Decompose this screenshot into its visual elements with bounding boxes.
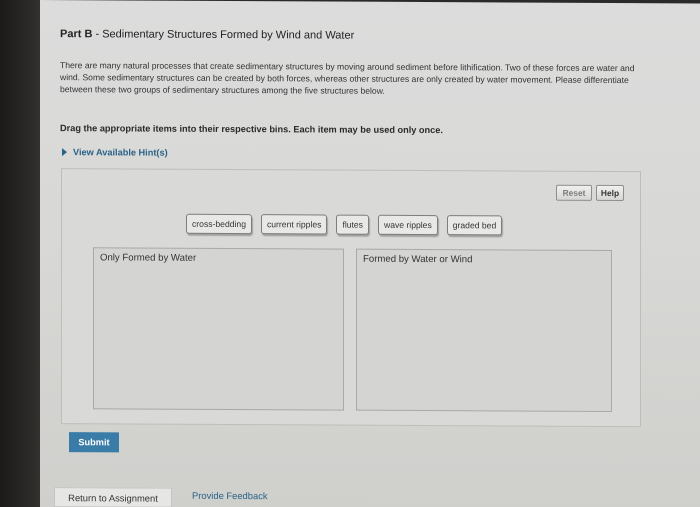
hints-label: View Available Hint(s) — [73, 147, 168, 158]
drag-item-cross-bedding[interactable]: cross-bedding — [186, 213, 252, 235]
part-label: Part B — [60, 28, 93, 41]
drag-drop-area: Reset Help cross-bedding current ripples… — [61, 168, 641, 428]
provide-feedback-link[interactable]: Provide Feedback — [192, 490, 268, 501]
triangle-right-icon — [62, 148, 67, 157]
drag-item-current-ripples[interactable]: current ripples — [260, 214, 328, 235]
view-hints-link[interactable]: View Available Hint(s) — [62, 147, 168, 158]
bin-only-water[interactable]: Only Formed by Water — [93, 247, 344, 411]
return-to-assignment-button[interactable]: Return to Assignment — [54, 487, 172, 507]
part-heading: Sedimentary Structures Formed by Wind an… — [102, 28, 355, 42]
part-title: Part B - Sedimentary Structures Formed b… — [60, 28, 354, 42]
reset-button[interactable]: Reset — [556, 184, 592, 201]
intro-paragraph: There are many natural processes that cr… — [60, 60, 635, 96]
help-button[interactable]: Help — [596, 184, 624, 202]
drag-item-flutes[interactable]: flutes — [336, 214, 369, 235]
submit-button[interactable]: Submit — [69, 432, 119, 453]
drag-item-graded-bed[interactable]: graded bed — [446, 215, 503, 236]
instruction-text: Drag the appropriate items into their re… — [60, 123, 443, 136]
question-panel: Part B - Sedimentary Structures Formed b… — [40, 0, 700, 507]
part-separator: - — [92, 28, 103, 41]
drag-item-wave-ripples[interactable]: wave ripples — [377, 214, 438, 236]
item-bank: cross-bedding current ripples flutes wav… — [186, 213, 503, 236]
bin-label-only-water: Only Formed by Water — [100, 252, 197, 264]
bin-label-water-or-wind: Formed by Water or Wind — [363, 253, 473, 266]
bin-water-or-wind[interactable]: Formed by Water or Wind — [356, 248, 612, 412]
